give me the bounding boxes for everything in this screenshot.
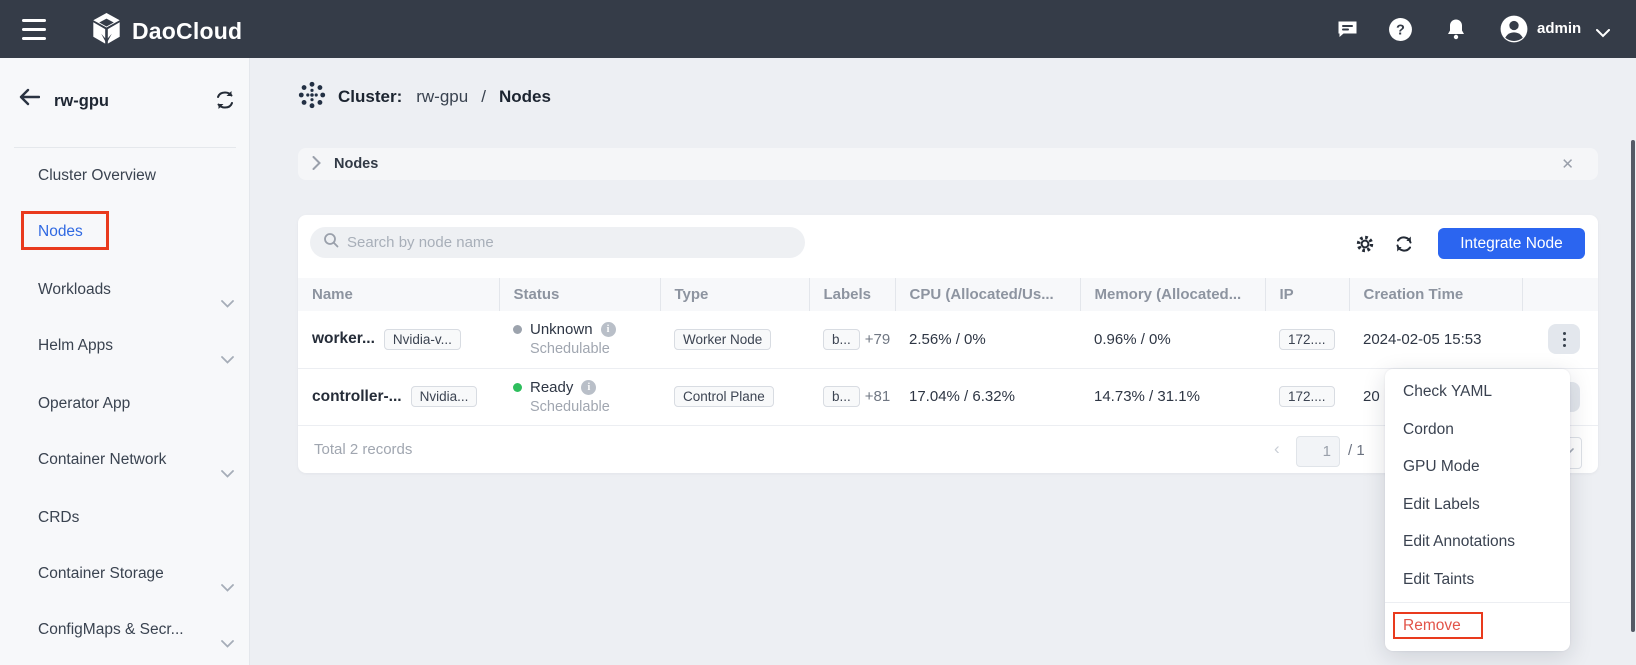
sidebar-item-configmaps-secrets[interactable]: ConfigMaps & Secr... [0, 610, 250, 650]
row-context-menu: Check YAML Cordon GPU Mode Edit Labels E… [1385, 369, 1570, 651]
integrate-node-button[interactable]: Integrate Node [1438, 228, 1585, 259]
back-arrow-icon[interactable] [18, 88, 40, 111]
schedulable-text: Schedulable [513, 341, 660, 357]
daocloud-cube-icon [90, 12, 123, 50]
total-records-label: Total 2 records [314, 441, 412, 458]
search-icon [323, 232, 339, 253]
info-icon[interactable]: i [601, 322, 616, 337]
row-actions-kebab-icon[interactable] [1548, 324, 1580, 354]
sidebar-item-container-storage[interactable]: Container Storage [0, 554, 250, 594]
info-icon[interactable]: i [581, 380, 596, 395]
labels-more-count[interactable]: +79 [865, 331, 890, 348]
svg-text:?: ? [1396, 23, 1405, 39]
table-row: worker... Nvidia-v... Unknown i Schedula… [298, 311, 1598, 368]
column-header-status: Status [499, 278, 660, 311]
banner-title: Nodes [334, 156, 378, 172]
menu-item-gpu-mode[interactable]: GPU Mode [1385, 448, 1570, 486]
column-header-actions [1522, 278, 1598, 311]
hamburger-menu-icon[interactable] [22, 19, 46, 40]
menu-item-cordon[interactable]: Cordon [1385, 411, 1570, 449]
cluster-dots-icon [298, 80, 326, 115]
menu-item-remove[interactable]: Remove [1385, 607, 1570, 645]
search-input[interactable] [347, 234, 767, 251]
column-header-ip: IP [1265, 278, 1349, 311]
switch-cluster-icon[interactable] [214, 90, 236, 115]
chevron-down-icon [221, 340, 234, 380]
pagination-page-input[interactable] [1296, 436, 1340, 467]
column-header-name: Name [298, 278, 499, 311]
menu-divider [1385, 602, 1570, 603]
table-header-row: Name Status Type Labels CPU (Allocated/U… [298, 278, 1598, 311]
status-dot-unknown [513, 325, 522, 334]
menu-item-check-yaml[interactable]: Check YAML [1385, 373, 1570, 411]
search-box [310, 227, 805, 258]
status-dot-ready [513, 383, 522, 392]
chevron-down-icon [221, 624, 234, 664]
chevron-down-icon [221, 284, 234, 324]
cpu-value: 17.04% / 6.32% [895, 368, 1080, 425]
sidebar: rw-gpu Cluster Overview Nodes Workloads … [0, 58, 250, 665]
close-icon[interactable]: ✕ [1561, 155, 1574, 173]
settings-gear-icon[interactable] [1355, 234, 1375, 259]
help-icon[interactable]: ? [1388, 17, 1413, 47]
menu-item-edit-annotations[interactable]: Edit Annotations [1385, 523, 1570, 561]
notifications-bell-icon[interactable] [1444, 17, 1468, 47]
sidebar-cluster-name: rw-gpu [54, 92, 109, 111]
breadcrumb-cluster-name[interactable]: rw-gpu [416, 87, 468, 107]
refresh-icon[interactable] [1394, 234, 1414, 259]
pagination-total-pages: / 1 [1348, 442, 1365, 459]
breadcrumb-page: Nodes [499, 87, 551, 107]
status-text: Ready [530, 379, 573, 396]
sidebar-item-cluster-overview[interactable]: Cluster Overview [0, 156, 250, 196]
status-text: Unknown [530, 321, 593, 338]
menu-item-edit-taints[interactable]: Edit Taints [1385, 561, 1570, 599]
ip-chip[interactable]: 172.... [1279, 386, 1335, 407]
cluster-label: Cluster: [338, 87, 402, 107]
messages-icon[interactable] [1335, 17, 1360, 46]
sidebar-item-helm-apps[interactable]: Helm Apps [0, 326, 250, 366]
menu-item-edit-labels[interactable]: Edit Labels [1385, 486, 1570, 524]
node-type-chip: Control Plane [674, 386, 774, 407]
ip-chip[interactable]: 172.... [1279, 329, 1335, 350]
column-header-creation-time: Creation Time [1349, 278, 1522, 311]
brand-logo: DaoCloud [90, 12, 242, 50]
labels-more-count[interactable]: +81 [865, 388, 890, 405]
chevron-down-icon [221, 454, 234, 494]
cpu-value: 2.56% / 0% [895, 311, 1080, 368]
column-header-memory: Memory (Allocated... [1080, 278, 1265, 311]
sidebar-item-operator-app[interactable]: Operator App [0, 384, 250, 424]
breadcrumb-separator: / [481, 87, 486, 107]
label-chip[interactable]: b... [823, 329, 860, 350]
user-menu-chevron-icon[interactable] [1596, 25, 1610, 43]
user-avatar[interactable] [1500, 15, 1528, 48]
node-name[interactable]: controller-... [312, 388, 402, 406]
memory-value: 0.96% / 0% [1080, 311, 1265, 368]
page-header: Cluster: rw-gpu / Nodes [298, 82, 551, 112]
sidebar-item-workloads[interactable]: Workloads [0, 270, 250, 310]
sidebar-item-nodes[interactable]: Nodes [0, 212, 250, 252]
node-name[interactable]: worker... [312, 330, 375, 348]
node-tag-chip: Nvidia-v... [384, 329, 461, 350]
column-header-labels: Labels [809, 278, 895, 311]
label-chip[interactable]: b... [823, 386, 860, 407]
collapsible-banner: Nodes ✕ [298, 148, 1598, 180]
sidebar-item-container-network[interactable]: Container Network [0, 440, 250, 480]
sidebar-divider [14, 147, 236, 148]
chevron-down-icon [221, 568, 234, 608]
node-tag-chip: Nvidia... [411, 386, 478, 407]
username-label: admin [1537, 20, 1581, 37]
schedulable-text: Schedulable [513, 399, 660, 415]
column-header-type: Type [660, 278, 809, 311]
node-type-chip: Worker Node [674, 329, 771, 350]
column-header-cpu: CPU (Allocated/Us... [895, 278, 1080, 311]
vertical-scrollbar[interactable] [1631, 140, 1635, 632]
brand-name: DaoCloud [132, 18, 242, 45]
chevron-right-icon[interactable] [312, 156, 321, 175]
creation-time-value: 2024-02-05 15:53 [1349, 311, 1522, 368]
memory-value: 14.73% / 31.1% [1080, 368, 1265, 425]
pagination-prev-icon[interactable]: ‹ [1274, 439, 1280, 459]
sidebar-item-crds[interactable]: CRDs [0, 498, 250, 538]
top-navbar: DaoCloud ? admin [0, 0, 1636, 58]
